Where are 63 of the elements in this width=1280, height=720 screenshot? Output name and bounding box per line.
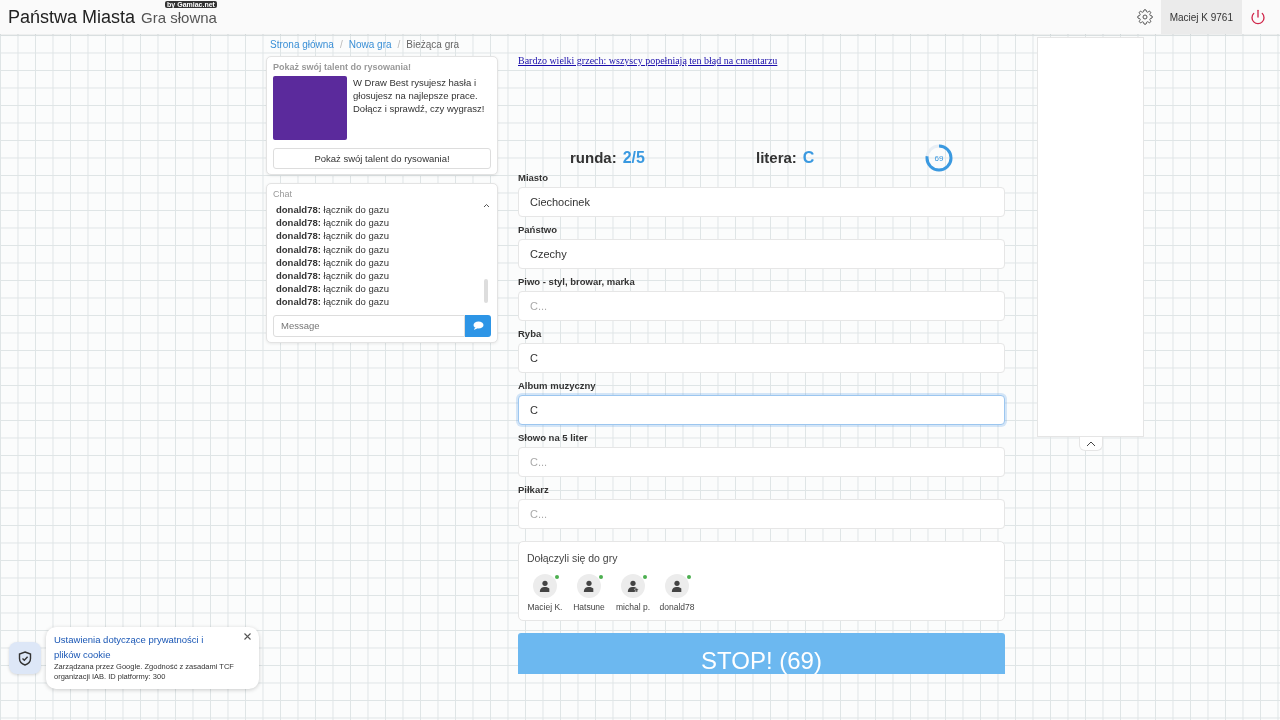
user-icon xyxy=(583,580,595,592)
promo-button[interactable]: Pokaż swój talent do rysowania! xyxy=(273,148,491,169)
collapse-button[interactable] xyxy=(1078,437,1103,451)
answer-field[interactable]: C xyxy=(518,343,1005,373)
settings-icon xyxy=(1136,9,1153,25)
field-label: Ryba xyxy=(518,328,543,339)
promo-title: Pokaż swój talent do rysowania! xyxy=(273,62,413,72)
app-subtitle: Gra słowna xyxy=(141,8,217,26)
promo-text: W Draw Best rysujesz hasła i głosujesz na najlepsze prace. Dołącz i sprawdź, czy wygrasz! xyxy=(353,76,486,116)
letter-label: litera: xyxy=(756,149,797,166)
chat-title: Chat xyxy=(273,189,293,199)
answer-field[interactable]: C... xyxy=(518,291,1005,321)
close-icon xyxy=(244,633,251,640)
current-page-label: Bieżąca gra xyxy=(406,39,460,50)
chat-message: donald78: łącznik do gazu xyxy=(276,229,390,243)
field-label: Miasto xyxy=(518,172,550,183)
player-name: michal p. xyxy=(616,602,650,612)
message-input[interactable]: Message xyxy=(273,314,465,337)
chat-message: donald78: łącznik do gazu xyxy=(276,269,390,283)
round-label: runda: xyxy=(570,149,617,166)
timer-value: 69 xyxy=(933,152,945,165)
user-menu-button[interactable]: Maciej K 9761 xyxy=(1160,0,1242,34)
chevron-up-icon xyxy=(482,203,490,208)
field-label: Słowo na 5 liter xyxy=(518,432,589,443)
chevron-up-icon xyxy=(1085,440,1096,447)
breadcrumb-separator: / xyxy=(397,39,401,50)
player-name: Hatsune xyxy=(573,602,605,612)
chat-message: donald78: łącznik do gazu xyxy=(276,295,390,309)
field-label: Piwo - styl, browar, marka xyxy=(518,276,636,287)
letter-value: C xyxy=(802,149,815,167)
answer-field[interactable]: C xyxy=(518,395,1005,425)
chat-message: donald78: łącznik do gazu xyxy=(276,255,390,269)
answer-field[interactable]: C... xyxy=(518,447,1005,477)
chat-message: donald78: łącznik do gazu xyxy=(276,216,390,230)
field-label: Album muzyczny xyxy=(518,380,597,391)
answer-field[interactable]: C... xyxy=(518,499,1005,529)
player-name: donald78 xyxy=(659,602,695,612)
privacy-button[interactable] xyxy=(9,642,41,674)
send-button[interactable] xyxy=(465,314,491,337)
players-title: Dołączyli się do gry xyxy=(527,552,619,564)
answer-field[interactable]: Ciechocinek xyxy=(518,187,1005,217)
field-label: Piłkarz xyxy=(518,484,550,495)
answer-field[interactable]: Czechy xyxy=(518,239,1005,269)
chat-message: donald78: łącznik do gazu xyxy=(276,203,390,217)
user-star-icon xyxy=(627,580,639,592)
player-name: Maciej K. xyxy=(527,602,563,612)
app-title: Państwa Miasta xyxy=(8,6,136,28)
user-icon xyxy=(539,580,551,592)
round-value: 2/5 xyxy=(622,149,645,167)
ad-link[interactable]: Bardzo wielki grzech: wszyscy popełniają ten błąd na cmentarzu xyxy=(518,55,778,66)
breadcrumb-link[interactable]: Strona główna xyxy=(270,39,334,50)
scrollbar-thumb[interactable] xyxy=(484,278,488,303)
chat-message: donald78: łącznik do gazu xyxy=(276,282,390,296)
user-icon xyxy=(671,580,683,592)
breadcrumb-link[interactable]: Nowa gra xyxy=(348,39,392,50)
power-icon xyxy=(1250,9,1266,25)
shield-check-icon xyxy=(18,650,32,666)
cookie-settings-link[interactable]: Ustawienia dotyczące prywatności i plików cookie xyxy=(54,632,204,662)
chat-message: donald78: łącznik do gazu xyxy=(276,242,390,256)
close-button[interactable] xyxy=(242,631,253,642)
speech-bubble-icon xyxy=(472,321,484,331)
field-label: Państwo xyxy=(518,224,559,235)
breadcrumb-separator: / xyxy=(339,39,343,50)
